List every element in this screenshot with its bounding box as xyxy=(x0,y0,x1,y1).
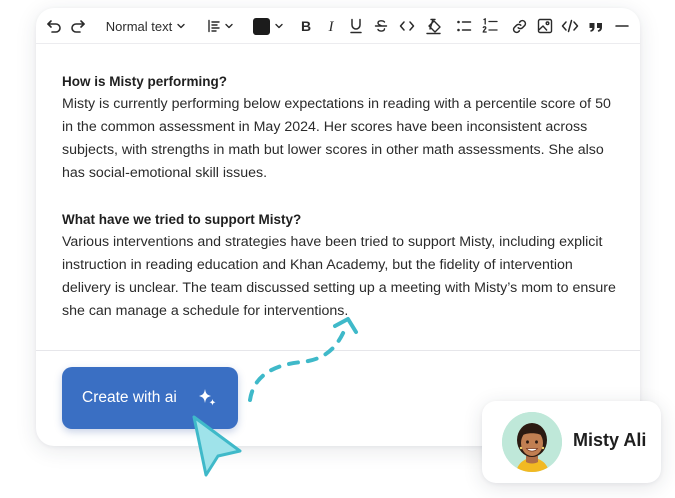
sparkle-icon xyxy=(196,387,218,414)
inline-code-icon[interactable] xyxy=(397,8,417,44)
numbered-list-icon[interactable] xyxy=(480,8,500,44)
image-icon[interactable] xyxy=(535,8,555,44)
section-heading: How is Misty performing? xyxy=(62,74,228,89)
chevron-down-icon xyxy=(224,21,234,31)
horizontal-rule-icon[interactable] xyxy=(612,8,632,44)
bullet-list-icon[interactable] xyxy=(454,8,474,44)
strikethrough-icon[interactable] xyxy=(372,8,390,44)
block-style-dropdown[interactable]: Normal text xyxy=(102,8,190,44)
stage: Normal text B I How is Misty performing?… xyxy=(0,0,675,498)
text-color-dropdown[interactable] xyxy=(251,8,285,44)
editor-content[interactable]: How is Misty performing? Misty is curren… xyxy=(62,70,622,323)
editor-toolbar: Normal text B I xyxy=(36,8,640,44)
underline-icon[interactable] xyxy=(347,8,365,44)
section-heading: What have we tried to support Misty? xyxy=(62,212,302,227)
clear-formatting-icon[interactable] xyxy=(423,8,443,44)
redo-icon[interactable] xyxy=(68,8,88,44)
undo-icon[interactable] xyxy=(44,8,64,44)
chevron-down-icon xyxy=(274,21,284,31)
svg-text:I: I xyxy=(328,19,335,33)
user-card[interactable]: Misty Ali xyxy=(482,401,661,483)
align-dropdown[interactable] xyxy=(204,8,236,44)
blockquote-icon[interactable] xyxy=(586,8,606,44)
create-with-ai-label: Create with ai xyxy=(82,389,177,406)
section-body: Various interventions and strategies hav… xyxy=(62,234,616,319)
block-style-label: Normal text xyxy=(105,18,173,34)
link-icon[interactable] xyxy=(509,8,529,44)
user-name: Misty Ali xyxy=(573,430,647,450)
chevron-down-icon xyxy=(176,21,186,31)
avatar xyxy=(502,412,562,472)
text-color-swatch xyxy=(252,17,270,35)
dashed-arrow-icon xyxy=(248,317,358,402)
code-block-icon[interactable] xyxy=(559,8,581,44)
bold-icon[interactable]: B xyxy=(297,8,315,44)
svg-text:B: B xyxy=(301,19,311,33)
pointer-cursor-icon xyxy=(192,415,242,477)
section-body: Misty is currently performing below expe… xyxy=(62,96,611,181)
italic-icon[interactable]: I xyxy=(322,8,340,44)
align-left-icon xyxy=(207,19,221,33)
